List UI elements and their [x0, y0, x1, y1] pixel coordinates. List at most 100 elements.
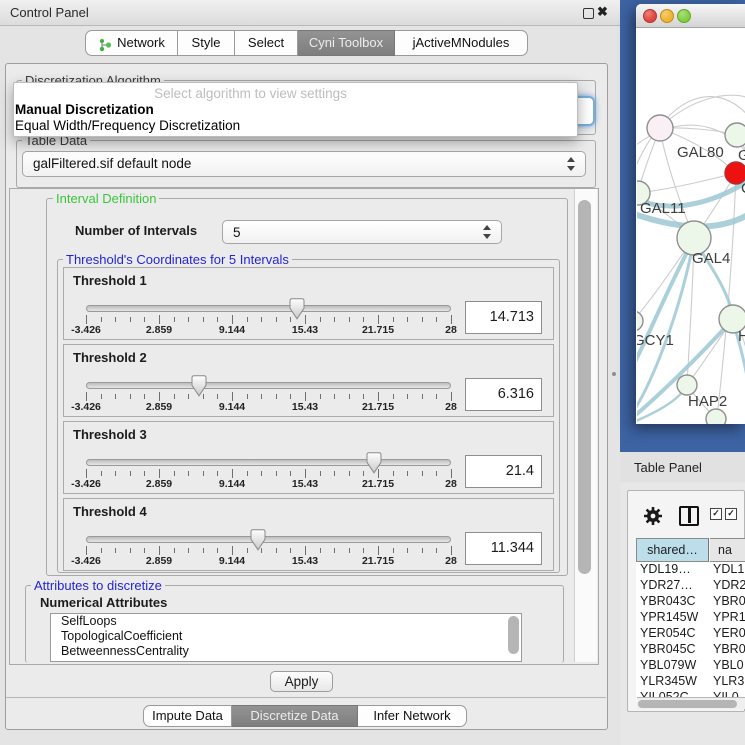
table-cell-shared-name: YPR145W	[640, 610, 698, 624]
threshold-value-field[interactable]: 14.713	[465, 301, 542, 334]
threshold-slider-track[interactable]	[86, 305, 451, 312]
tab-impute-data[interactable]: Impute Data	[143, 705, 232, 727]
slider-tick-label: 15.43	[280, 555, 330, 567]
slider-tick	[261, 471, 262, 476]
network-node[interactable]	[725, 123, 745, 147]
screenshot-root: Control Panel ✖ NetworkStyle Select Cyni T…	[0, 0, 745, 745]
number-of-intervals-combo[interactable]: 5	[222, 220, 502, 244]
node-table-rows[interactable]: YDL19…YDL1YDR27…YDR2YBR043CYBR0YPR145WYP…	[636, 562, 745, 702]
tab-style[interactable]: Style	[178, 30, 235, 56]
table-row[interactable]: YBL079W YBL0	[636, 658, 745, 674]
tab-label: Select	[248, 31, 284, 55]
slider-tick	[86, 546, 87, 555]
algorithm-placeholder-option[interactable]: Select algorithm to view settings	[14, 86, 577, 102]
main-scrollbar-thumb[interactable]	[578, 200, 591, 574]
slider-tick	[422, 317, 423, 322]
threshold-value-field[interactable]: 21.4	[465, 455, 542, 488]
splitpane-handle-dot[interactable]	[612, 372, 616, 376]
checkbox-checked-icon[interactable]: ✓	[710, 508, 722, 520]
gear-icon[interactable]	[642, 505, 664, 527]
slider-tick	[174, 394, 175, 399]
table-hscrollbar-track[interactable]	[637, 697, 745, 709]
split-table-icon[interactable]	[679, 506, 699, 526]
network-node[interactable]	[677, 375, 697, 395]
attribute-list-item[interactable]: TopologicalCoefficient	[51, 629, 521, 644]
threshold-slider-handle[interactable]	[191, 375, 207, 397]
slider-tick	[159, 392, 160, 401]
network-graph: GAL80GACGAL11GAL4GCY1HHAP2	[637, 27, 745, 424]
network-canvas[interactable]: GAL80GACGAL11GAL4GCY1HHAP2	[637, 27, 745, 424]
table-column-header-shared[interactable]: shared…	[636, 538, 709, 562]
table-row[interactable]: YDR27…YDR2	[636, 578, 745, 594]
number-of-intervals-label: Number of Intervals	[75, 223, 197, 238]
slider-tick-label: 2.859	[134, 555, 184, 567]
zoom-traffic-light-icon[interactable]	[677, 9, 691, 23]
table-row[interactable]: YPR145WYPR1	[636, 610, 745, 626]
table-data-combo-value: galFiltered.sif default node	[33, 156, 191, 171]
network-node[interactable]	[647, 115, 673, 141]
apply-button[interactable]: Apply	[270, 671, 333, 692]
table-hscrollbar-thumb[interactable]	[638, 700, 737, 708]
threshold-box: Threshold 3-3.4262.8599.14415.4321.71528…	[63, 421, 554, 494]
network-node[interactable]	[637, 311, 643, 331]
threshold-slider-track[interactable]	[86, 536, 451, 543]
table-row[interactable]: YLR345WYLR3	[636, 674, 745, 690]
table-cell-shared-name: YDR27…	[640, 578, 693, 592]
numerical-attributes-list[interactable]: SelfLoopsTopologicalCoefficientBetweenne…	[50, 613, 522, 662]
table-row[interactable]: YER054CYER0	[636, 626, 745, 642]
slider-tick	[436, 548, 437, 553]
threshold-slider-handle[interactable]	[250, 529, 266, 551]
tab-jactivemnodules[interactable]: jActiveMNodules	[395, 30, 528, 56]
slider-tick	[451, 315, 452, 324]
slider-tick-label: 9.144	[207, 478, 257, 490]
table-cell-name: YBL0	[713, 658, 744, 672]
slider-tick	[334, 471, 335, 476]
attribute-list-item[interactable]: BetweennessCentrality	[51, 644, 521, 659]
cyni-bottom-tabbar: Impute DataDiscretize DataInfer Network	[143, 705, 467, 731]
slider-tick	[144, 471, 145, 476]
tab-discretize-data[interactable]: Discretize Data	[232, 705, 358, 727]
network-node-label: H	[738, 328, 745, 345]
close-icon[interactable]: ✖	[597, 4, 608, 20]
slider-tick	[188, 317, 189, 322]
minimize-traffic-light-icon[interactable]	[660, 9, 674, 23]
network-node-label: HAP2	[688, 393, 727, 410]
table-row[interactable]: YBR043CYBR0	[636, 594, 745, 610]
checkbox-checked-icon[interactable]: ✓	[725, 508, 737, 520]
slider-tick	[305, 469, 306, 478]
tab-cyni-toolbox[interactable]: Cyni Toolbox	[298, 30, 395, 56]
threshold-box: Threshold 1-3.4262.8599.14415.4321.71528…	[63, 267, 554, 340]
slider-tick	[276, 394, 277, 399]
threshold-slider-track[interactable]	[86, 382, 451, 389]
algorithm-option[interactable]: Equal Width/Frequency Discretization	[14, 118, 577, 134]
slider-tick	[188, 471, 189, 476]
attribute-list-item[interactable]: SelfLoops	[51, 614, 521, 629]
slider-tick	[86, 315, 87, 324]
threshold-slider-track[interactable]	[86, 459, 451, 466]
threshold-slider-handle[interactable]	[366, 452, 382, 474]
close-traffic-light-icon[interactable]	[643, 9, 657, 23]
slider-tick	[349, 394, 350, 399]
network-node[interactable]	[706, 409, 726, 424]
tab-infer-network[interactable]: Infer Network	[358, 705, 467, 727]
threshold-slider-handle[interactable]	[289, 298, 305, 320]
network-node-label: GA	[738, 147, 745, 164]
threshold-value-field[interactable]: 11.344	[465, 532, 542, 565]
slider-tick	[407, 317, 408, 322]
control-panel-title: Control Panel	[10, 5, 89, 20]
threshold-value-field[interactable]: 6.316	[465, 378, 542, 411]
tab-network[interactable]: Network	[85, 30, 178, 56]
table-column-header-name[interactable]: na	[710, 538, 745, 562]
slider-tick	[144, 394, 145, 399]
tab-select[interactable]: Select	[235, 30, 298, 56]
attributes-scrollbar-thumb[interactable]	[508, 616, 519, 654]
float-window-icon[interactable]	[583, 8, 594, 19]
table-cell-shared-name: YBL079W	[640, 658, 696, 672]
table-row[interactable]: YBR045CYBR0	[636, 642, 745, 658]
table-row[interactable]: YDL19…YDL1	[636, 562, 745, 578]
network-node-label: GAL80	[677, 144, 724, 161]
algorithm-option[interactable]: Manual Discretization	[14, 102, 577, 118]
slider-tick-label: -3.426	[61, 401, 111, 413]
slider-tick	[247, 394, 248, 399]
table-data-combo[interactable]: galFiltered.sif default node	[22, 151, 586, 177]
